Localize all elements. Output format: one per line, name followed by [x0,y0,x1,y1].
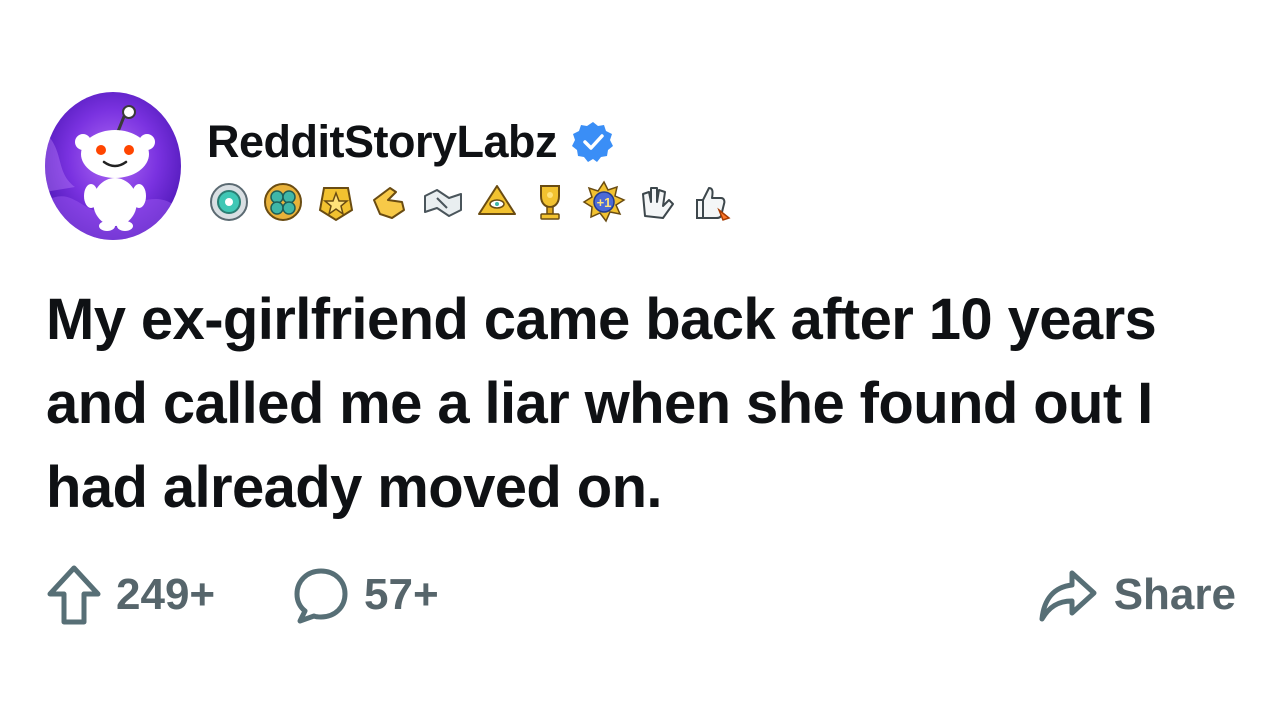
upvote-button[interactable]: 249+ [46,560,215,630]
gold-star-badge-icon [318,187,354,222]
author-row: RedditStoryLabz [207,114,615,170]
clover-badge-icon [263,183,302,221]
verified-badge-icon [572,122,614,162]
thumbs-up-rocket-icon [695,187,731,221]
trophy-icon [540,185,560,220]
plus-one-burst-icon: +1 [582,180,626,223]
clapping-hands-icon [642,187,674,219]
share-arrow-icon [1039,570,1097,622]
svg-text:+1: +1 [596,195,611,210]
comment-bubble-icon [294,568,348,624]
post-card: RedditStoryLabz +1 My ex-girlfriend came… [0,0,1280,720]
post-actions-bar: 249+ 57+ Share [46,560,1236,630]
upvote-count: 249+ [116,570,216,619]
medal-icon [210,183,248,221]
share-button[interactable]: Share [1038,560,1236,630]
pointing-hand-icon [372,187,405,219]
award-badges: +1 [207,178,742,226]
snoo-avatar-icon [45,92,181,240]
handshake-icon [424,189,462,217]
author-name[interactable]: RedditStoryLabz [207,116,558,168]
pyramid-eye-icon [477,185,516,215]
post-title[interactable]: My ex-girlfriend came back after 10 year… [46,278,1206,530]
comment-count: 57+ [364,570,439,619]
avatar[interactable] [45,92,181,240]
upvote-arrow-icon [47,565,101,625]
comments-button[interactable]: 57+ [292,560,439,630]
share-label: Share [1113,570,1236,619]
